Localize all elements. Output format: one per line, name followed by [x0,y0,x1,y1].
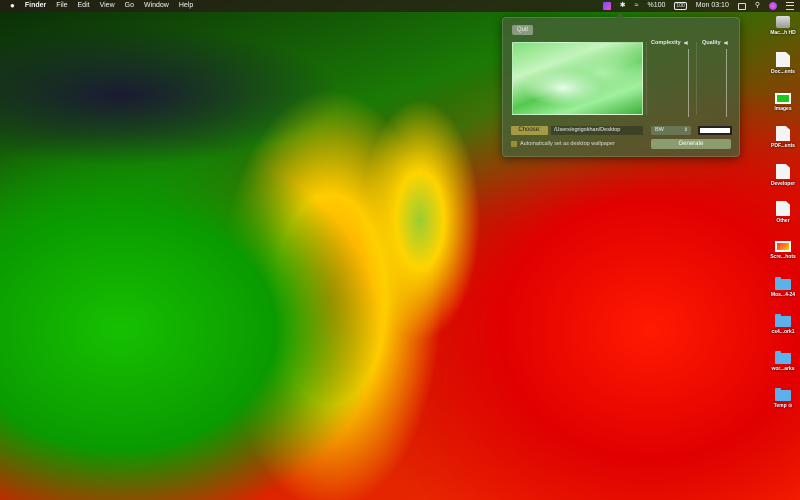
menu-bar: ● Finder File Edit View Go Window Help ✱… [0,0,800,12]
wallpaper-generator-popover: Quit Complexity Quality Choose: /Users/e… [502,13,740,157]
screen-mirroring-icon[interactable] [737,2,746,10]
desktop-item-documents[interactable]: Doc...ents [766,52,800,75]
desktop-item-folder[interactable]: Mos...4-24 [766,276,800,298]
quality-label: Quality [702,40,721,46]
menu-edit[interactable]: Edit [78,0,90,12]
battery-icon[interactable]: 100 [674,2,687,10]
notification-center-icon[interactable] [786,2,794,10]
wallpaper-app-status-icon[interactable] [602,2,611,10]
desktop-item-other[interactable]: Other [766,201,800,224]
document-icon [776,201,790,216]
auto-wallpaper-checkbox[interactable] [511,141,517,147]
color-mode-value: BW [655,127,664,133]
choose-folder-button[interactable]: Choose: [511,126,548,135]
desktop-item-temp[interactable]: Temp ⊙ [766,387,800,409]
folder-icon [775,351,791,364]
desktop-item-pdf[interactable]: PDF...ents [766,126,800,149]
desktop-item-developer[interactable]: Developer [766,164,800,187]
apple-menu-icon[interactable]: ● [10,0,15,12]
quit-button[interactable]: Quit [512,25,534,35]
complexity-label: Complexity [651,40,681,46]
auto-wallpaper-label: Automatically set as desktop wallpaper [520,141,615,147]
folder-icon [775,277,791,290]
menu-go[interactable]: Go [125,0,134,12]
save-path-field[interactable]: /Users/egrigokhan/Desktop [551,126,643,135]
menu-file[interactable]: File [56,0,67,12]
screenshot-icon [775,241,791,252]
select-arrows-icon: ⇕ [683,127,688,133]
divider [696,42,697,115]
clock[interactable]: Mon 03:10 [696,0,729,12]
speaker-icon [723,41,728,45]
battery-percent[interactable]: %100 [648,0,666,12]
desktop-item-images[interactable]: Images [766,90,800,112]
spotlight-search-icon[interactable]: ⚲ [755,0,760,12]
color-well[interactable] [698,126,732,135]
menu-app-name[interactable]: Finder [25,0,46,12]
bluetooth-icon[interactable]: ✱ [620,0,626,12]
siri-icon[interactable] [769,2,777,10]
menu-view[interactable]: View [100,0,115,12]
document-icon [776,52,790,67]
quality-control: Quality [702,40,728,117]
color-mode-select[interactable]: BW ⇕ [651,126,691,135]
wallpaper-preview-image [512,42,643,115]
hard-drive-icon [776,16,790,28]
generate-button[interactable]: Generate [651,139,731,149]
quality-slider[interactable] [726,49,727,117]
desktop-item-folder[interactable]: cs4...ork1 [766,313,800,335]
desktop-item-screenshots[interactable]: Scre...hots [766,238,800,260]
speaker-icon [683,41,688,45]
desktop-item-folder[interactable]: wor...arks [766,350,800,372]
document-icon [776,126,790,141]
document-icon [776,164,790,179]
folder-icon [775,388,791,401]
folder-icon [775,314,791,327]
auto-wallpaper-checkbox-row[interactable]: Automatically set as desktop wallpaper [511,141,615,147]
divider [646,42,647,115]
complexity-slider[interactable] [688,49,689,117]
menu-help[interactable]: Help [179,0,193,12]
desktop-item-mac-hd[interactable]: Mac...h HD [766,14,800,36]
image-icon [775,93,791,104]
wifi-icon[interactable]: ≈ [635,0,639,12]
complexity-control: Complexity [651,40,689,117]
menu-window[interactable]: Window [144,0,169,12]
